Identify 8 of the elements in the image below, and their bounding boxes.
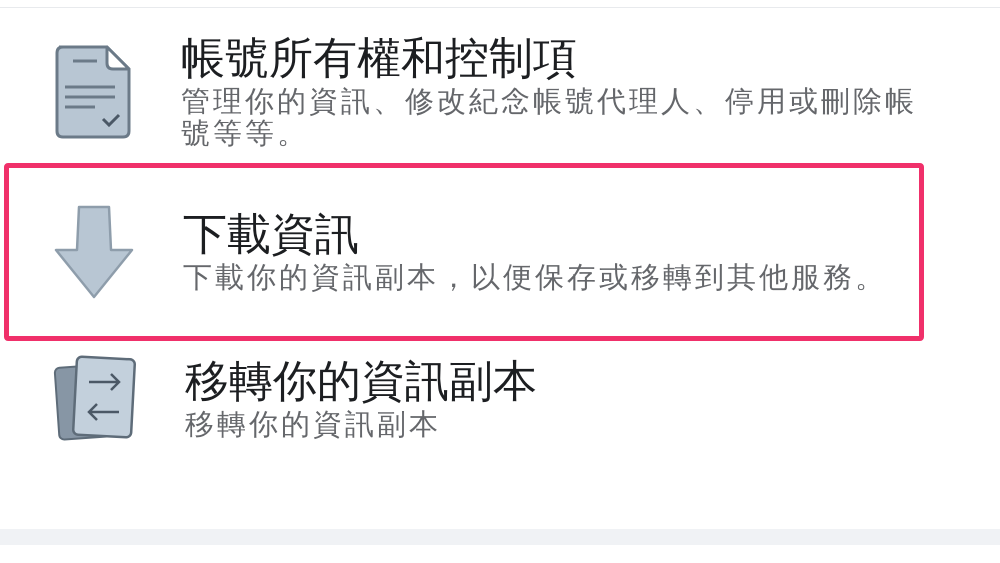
item-title: 帳號所有權和控制項	[181, 33, 578, 86]
item-title: 下載資訊	[183, 209, 360, 262]
item-title: 移轉你的資訊副本	[185, 356, 538, 410]
item-description: 下載你的資訊副本，以便保存或移轉到其他服務。	[183, 262, 888, 294]
item-description: 管理你的資訊、修改紀念帳號代理人、停用或刪除帳號等等。	[181, 86, 918, 150]
down-arrow-icon	[53, 204, 135, 300]
document-check-icon	[53, 43, 133, 140]
item-description: 移轉你的資訊副本	[185, 409, 442, 441]
